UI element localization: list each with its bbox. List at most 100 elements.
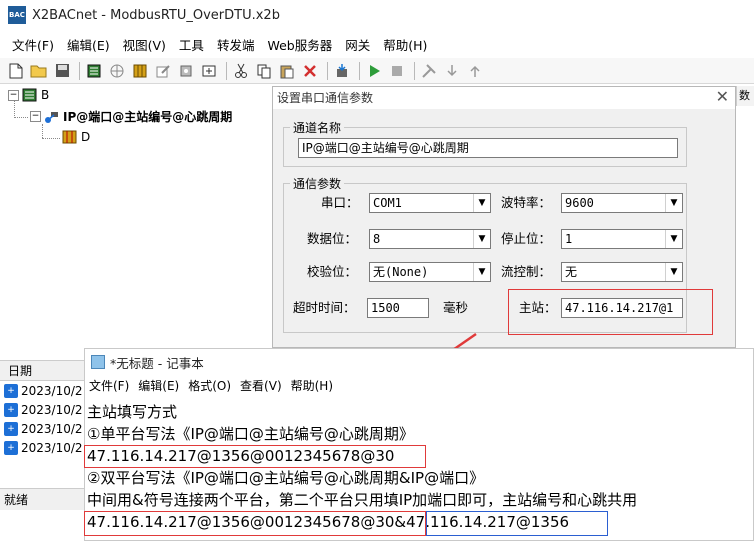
toolbar-separator bbox=[79, 61, 80, 80]
flow-label: 流控制： bbox=[501, 264, 552, 279]
collapse-toggle-icon[interactable]: − bbox=[30, 111, 41, 122]
log-header-date[interactable]: 日期 bbox=[0, 361, 90, 381]
flow-select[interactable]: 无 ▼ bbox=[561, 262, 683, 282]
network-icon[interactable] bbox=[107, 61, 127, 81]
dialog-title: 设置串口通信参数 bbox=[273, 87, 735, 109]
cut-icon[interactable] bbox=[231, 61, 251, 81]
chevron-down-icon[interactable]: ▼ bbox=[665, 230, 682, 248]
delete-icon[interactable] bbox=[300, 61, 320, 81]
stopbits-select[interactable]: 1 ▼ bbox=[561, 229, 683, 249]
run-icon[interactable] bbox=[364, 61, 384, 81]
stop-icon[interactable] bbox=[387, 61, 407, 81]
chevron-down-icon[interactable]: ▼ bbox=[473, 230, 490, 248]
highlight-master-box bbox=[508, 289, 713, 335]
comm-params-group-title: 通信参数 bbox=[290, 175, 345, 192]
tree-node-device[interactable]: D bbox=[62, 130, 90, 144]
channel-name-input[interactable]: IP@端口@主站编号@心跳周期 bbox=[298, 138, 678, 158]
copy-icon[interactable] bbox=[254, 61, 274, 81]
tree-node-channel[interactable]: − IP@端口@主站编号@心跳周期 bbox=[30, 108, 232, 125]
log-entry-icon: + bbox=[4, 421, 18, 436]
menubar: 文件(F) 编辑(E) 视图(V) 工具 转发端 Web服务器 网关 帮助(H) bbox=[0, 32, 754, 56]
log-row[interactable]: +2023/10/2 bbox=[0, 438, 90, 457]
notepad-title: *无标题 - 记事本 bbox=[110, 355, 204, 371]
edit-icon[interactable] bbox=[153, 61, 173, 81]
collapse-toggle-icon[interactable]: − bbox=[8, 89, 19, 101]
log-list: 日期 +2023/10/2 +2023/10/2 +2023/10/2 +202… bbox=[0, 360, 90, 488]
device-icon bbox=[22, 88, 37, 102]
toolbar-separator bbox=[359, 61, 360, 80]
notepad-menu-view[interactable]: 查看(V) bbox=[240, 377, 282, 394]
toolbar-separator bbox=[226, 61, 227, 80]
toolbar-separator bbox=[327, 61, 328, 80]
menu-gateway[interactable]: 网关 bbox=[339, 35, 376, 54]
new-file-icon[interactable] bbox=[6, 61, 26, 81]
app-titlebar: BAC X2BACnet - ModbusRTU_OverDTU.x2b bbox=[0, 0, 754, 30]
column-header: 数 bbox=[736, 86, 754, 106]
chevron-down-icon[interactable]: ▼ bbox=[665, 194, 682, 212]
log-row[interactable]: +2023/10/2 bbox=[0, 419, 90, 438]
toolbar bbox=[0, 58, 754, 84]
notepad-titlebar: *无标题 - 记事本 bbox=[85, 349, 753, 375]
tree-connector bbox=[42, 124, 43, 138]
menu-tools[interactable]: 工具 bbox=[173, 35, 210, 54]
parity-select[interactable]: 无(None) ▼ bbox=[369, 262, 491, 282]
grid-icon bbox=[62, 130, 77, 144]
project-tree: − B − IP@端口@主站编号@心跳周期 D bbox=[0, 86, 272, 348]
notepad-menu-help[interactable]: 帮助(H) bbox=[291, 377, 333, 394]
text-line: 主站填写方式 bbox=[87, 403, 178, 421]
database-icon[interactable] bbox=[176, 61, 196, 81]
open-folder-icon[interactable] bbox=[29, 61, 49, 81]
notepad-menubar: 文件(F) 编辑(E) 格式(O) 查看(V) 帮助(H) bbox=[85, 375, 753, 395]
notepad-menu-file[interactable]: 文件(F) bbox=[89, 377, 129, 394]
network-channel-icon bbox=[45, 111, 58, 123]
tree-root-label: B bbox=[41, 88, 50, 102]
chevron-down-icon[interactable]: ▼ bbox=[665, 263, 682, 281]
chevron-down-icon[interactable]: ▼ bbox=[473, 263, 490, 281]
import-icon[interactable] bbox=[332, 61, 352, 81]
log-entry-icon: + bbox=[4, 440, 18, 455]
timeout-label: 超时时间： bbox=[293, 300, 356, 315]
export-icon[interactable] bbox=[465, 61, 485, 81]
baud-label: 波特率： bbox=[501, 195, 552, 210]
text-line: ②双平台写法《IP@端口@主站编号@心跳周期&IP@端口》 bbox=[87, 469, 485, 487]
notepad-menu-format[interactable]: 格式(O) bbox=[188, 377, 231, 394]
notepad-menu-edit[interactable]: 编辑(E) bbox=[138, 377, 179, 394]
log-entry-icon: + bbox=[4, 402, 18, 417]
settings-icon[interactable] bbox=[199, 61, 219, 81]
toolbar-separator bbox=[414, 61, 415, 80]
text-line: 中间用&符号连接两个平台，第二个平台只用填IP加端口即可，主站编号和心跳共用 bbox=[87, 491, 638, 509]
parity-label: 校验位： bbox=[307, 264, 358, 279]
grid-icon[interactable] bbox=[130, 61, 150, 81]
log-row[interactable]: +2023/10/2 bbox=[0, 381, 90, 400]
port-select[interactable]: COM1 ▼ bbox=[369, 193, 491, 213]
paste-icon[interactable] bbox=[277, 61, 297, 81]
app-logo-icon: BAC bbox=[8, 6, 26, 24]
tree-connector bbox=[14, 117, 28, 118]
device-icon[interactable] bbox=[84, 61, 104, 81]
highlight-single-platform-box bbox=[84, 445, 426, 468]
menu-help[interactable]: 帮助(H) bbox=[377, 35, 433, 54]
menu-view[interactable]: 视图(V) bbox=[117, 35, 172, 54]
menu-edit[interactable]: 编辑(E) bbox=[61, 35, 116, 54]
port-label: 串口： bbox=[321, 195, 359, 210]
log-row[interactable]: +2023/10/2 bbox=[0, 400, 90, 419]
databits-label: 数据位： bbox=[307, 231, 358, 246]
chevron-down-icon[interactable]: ▼ bbox=[473, 194, 490, 212]
close-icon[interactable]: ✕ bbox=[716, 88, 729, 106]
save-icon[interactable] bbox=[52, 61, 72, 81]
timeout-unit: 毫秒 bbox=[443, 300, 469, 315]
menu-forwarder[interactable]: 转发端 bbox=[211, 35, 261, 54]
app-title: X2BACnet - ModbusRTU_OverDTU.x2b bbox=[32, 7, 280, 23]
menu-web-server[interactable]: Web服务器 bbox=[261, 35, 338, 54]
tree-device-label: D bbox=[81, 130, 91, 144]
load-icon[interactable] bbox=[442, 61, 462, 81]
log-entry-icon: + bbox=[4, 383, 18, 398]
tree-node-root[interactable]: − B bbox=[8, 88, 49, 102]
notepad-icon bbox=[91, 355, 105, 369]
databits-select[interactable]: 8 ▼ bbox=[369, 229, 491, 249]
tools-icon[interactable] bbox=[419, 61, 439, 81]
highlight-second-platform-box bbox=[426, 511, 608, 536]
baud-select[interactable]: 9600 ▼ bbox=[561, 193, 683, 213]
menu-file[interactable]: 文件(F) bbox=[6, 35, 60, 54]
timeout-input[interactable]: 1500 bbox=[367, 298, 429, 318]
